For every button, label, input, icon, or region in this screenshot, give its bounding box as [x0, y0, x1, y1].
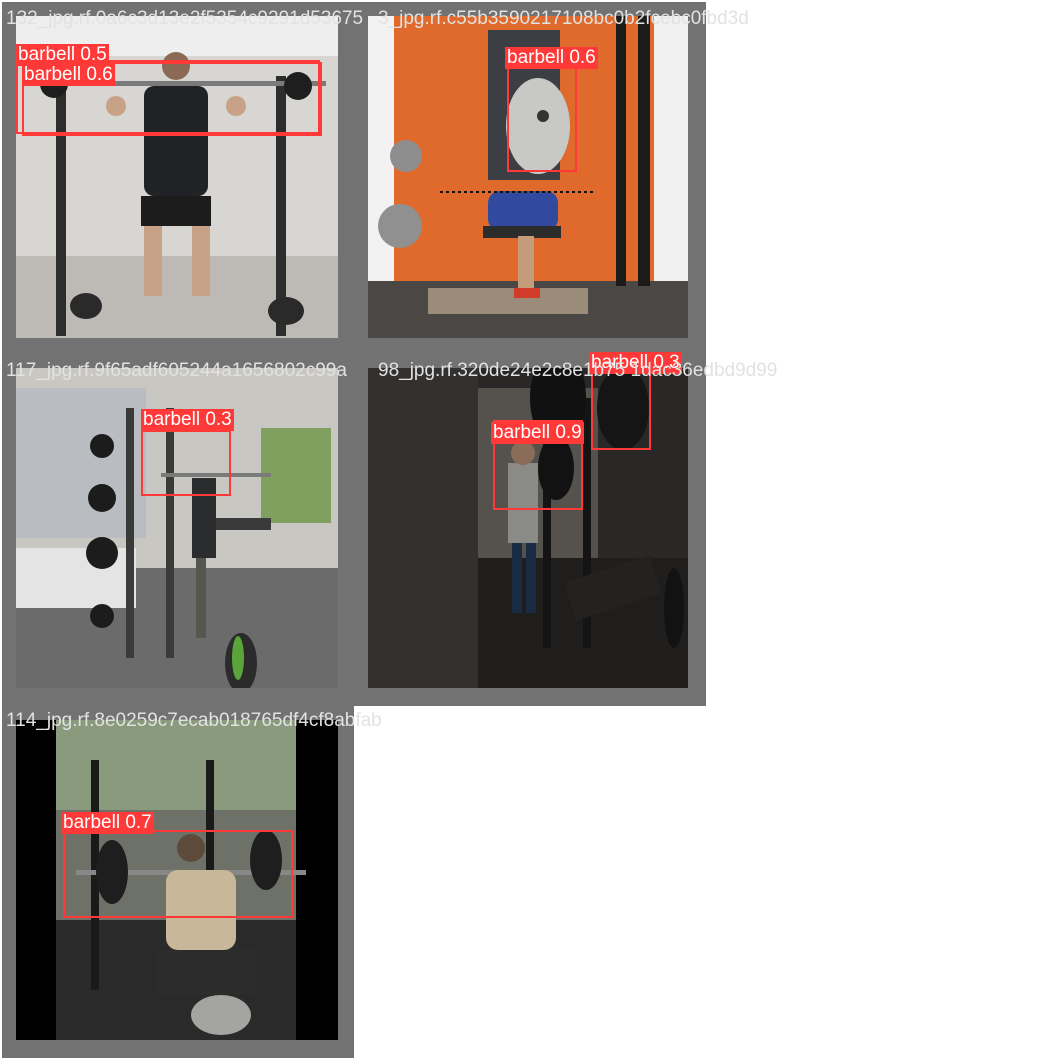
- image-filename: 117_jpg.rf.9f65adf605244a1656802c99a: [6, 360, 347, 381]
- detection-label: barbell 0.6: [22, 64, 115, 86]
- detection-box: [141, 430, 231, 496]
- detection-label: barbell 0.9: [491, 422, 584, 444]
- image-filename: 3_jpg.rf.c55b3590217108bc0b2fcebc0fbd3d: [378, 8, 749, 29]
- mosaic-tile-5: barbell 0.7 114_jpg.rf.8e0259c7ecab01876…: [2, 706, 382, 1058]
- mosaic-tile-1: barbell 0.5 barbell 0.6 132_jpg.rf.0a6c3…: [2, 2, 363, 354]
- mosaic-tile-4: barbell 0.9 barbell 0.3 98_jpg.rf.320de2…: [354, 352, 777, 706]
- detection-box: [63, 830, 293, 918]
- detection-label: barbell 0.7: [61, 812, 154, 834]
- image-filename: 132_jpg.rf.0a6c3d13e2f5354c9291d53675: [6, 8, 364, 29]
- detection-box: [507, 66, 577, 172]
- mosaic-tile-2: barbell 0.6 3_jpg.rf.c55b3590217108bc0b2…: [354, 2, 749, 354]
- image-filename: 114_jpg.rf.8e0259c7ecab018765df4cf8abfab: [6, 710, 382, 731]
- image-filename: 98_jpg.rf.320de24e2c8e1b75 1dac36edbd9d9…: [378, 360, 778, 381]
- mosaic-tile-3: barbell 0.3 117_jpg.rf.9f65adf605244a165…: [2, 354, 354, 706]
- detection-label: barbell 0.3: [141, 409, 234, 431]
- detection-label: barbell 0.6: [505, 47, 598, 69]
